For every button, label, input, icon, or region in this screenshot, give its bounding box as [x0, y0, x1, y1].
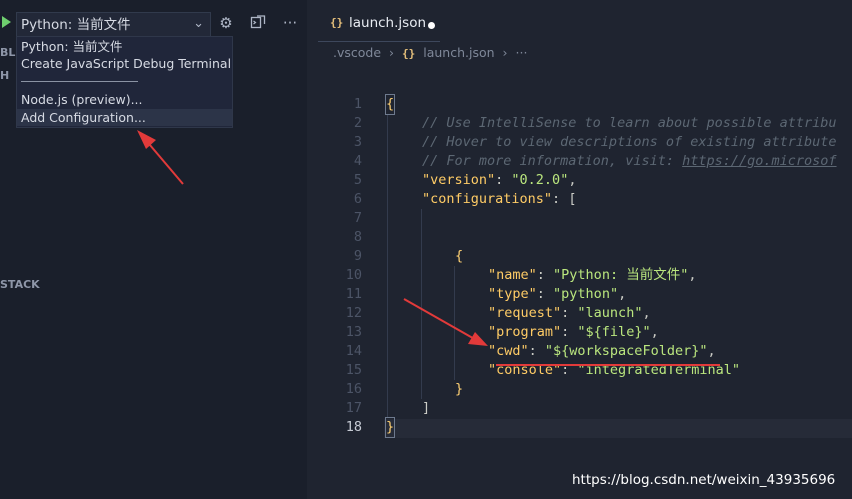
annotation-arrowhead	[137, 130, 156, 149]
annotation-arrow-line	[403, 298, 479, 342]
watermark-text: https://blog.csdn.net/weixin_43935696	[572, 472, 836, 488]
annotation-arrowhead	[468, 332, 488, 346]
annotation-arrows	[137, 130, 488, 346]
